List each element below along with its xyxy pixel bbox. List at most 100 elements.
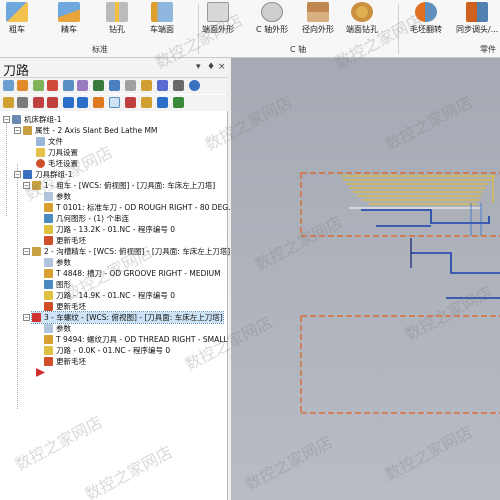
expand-toggle[interactable]: −: [23, 314, 30, 321]
tree-node-op2-params[interactable]: 参数: [44, 257, 71, 268]
rough-turn-button[interactable]: 粗车: [6, 2, 28, 42]
tree-node-op2-path[interactable]: 刀路 - 14.9K - 01.NC - 程序编号 0: [44, 290, 175, 301]
tree-node-op1-update[interactable]: 更新毛坯: [44, 235, 86, 246]
move-down-icon[interactable]: [33, 97, 44, 108]
post-icon[interactable]: [93, 80, 104, 91]
face-contour-icon: [207, 2, 229, 22]
tree-node-op2-tool[interactable]: T 4848: 槽刀 - OD GROOVE RIGHT - MEDIUM: [44, 268, 221, 279]
expand-toggle[interactable]: −: [3, 116, 10, 123]
tree-node-op1-params[interactable]: 参数: [44, 191, 71, 202]
tool-manager-icon[interactable]: [173, 97, 184, 108]
panel-menu-icon[interactable]: ▾: [196, 62, 201, 72]
help-icon[interactable]: [189, 80, 200, 91]
toolpath-icon: [44, 291, 53, 300]
move-up-icon[interactable]: [47, 97, 58, 108]
select-invalid-icon[interactable]: [17, 80, 28, 91]
toolpath-group-icon: [23, 170, 32, 179]
ribbon: 粗车 精车 钻孔 车端面 端面外形 C 轴外形 径向外形 端面钻孔 毛坯翻转 同…: [0, 0, 500, 58]
insert-arrow-icon: [36, 368, 45, 377]
simulate-toolpath-icon[interactable]: [63, 80, 74, 91]
turning-tool-icon: [44, 203, 53, 212]
tree-node-tool-settings[interactable]: 刀具设置: [36, 147, 78, 158]
wcs-icon[interactable]: [157, 97, 168, 108]
panel-titlebar: 刀路 ▾ ♦ ×: [0, 58, 228, 79]
graphics-viewport[interactable]: [231, 58, 500, 500]
tree-node-op3[interactable]: 3 - 车螺纹 - [WCS: 俯视图] - [刀具面: 车床左上刀塔]: [31, 311, 224, 324]
select-all-icon[interactable]: [3, 80, 14, 91]
face-drill-icon: [351, 2, 373, 22]
panel-close-icon[interactable]: ×: [218, 62, 226, 72]
tree-node-op2-update[interactable]: 更新毛坯: [44, 301, 86, 312]
toggle-display-icon[interactable]: [157, 80, 168, 91]
high-feed-icon[interactable]: [109, 80, 120, 91]
finish-turn-button[interactable]: 精车: [58, 2, 80, 42]
tree-node-machine-group[interactable]: 机床群组-1: [12, 114, 61, 125]
tree-node-properties[interactable]: 属性 - 2 Axis Slant Bed Lathe MM: [23, 125, 157, 136]
params-icon: [44, 192, 53, 201]
stock-flip-icon: [415, 2, 437, 22]
finish-turn-icon: [58, 2, 80, 22]
params-icon: [44, 258, 53, 267]
insert-arrow-down-icon[interactable]: [63, 97, 74, 108]
rough-turn-op-icon: [32, 181, 41, 190]
update-stock-icon: [44, 236, 53, 245]
tree-node-stock-settings[interactable]: 毛坯设置: [36, 158, 78, 169]
tree-node-files[interactable]: 文件: [36, 136, 63, 147]
tree-node-op2-geometry[interactable]: 图形: [44, 279, 71, 290]
stock-boundary: [300, 172, 500, 414]
panel-pin-icon[interactable]: ♦: [207, 62, 215, 72]
insert-arrow-up-icon[interactable]: [77, 97, 88, 108]
tree-node-op3-params[interactable]: 参数: [44, 323, 71, 334]
lock-icon[interactable]: [141, 80, 152, 91]
insert-after-icon[interactable]: [93, 97, 104, 108]
c-axis-contour-button[interactable]: C 轴外形: [256, 2, 288, 42]
tree-node-op1[interactable]: 1 - 粗车 - [WCS: 俯视图] - [刀具面: 车床左上刀塔]: [32, 180, 215, 191]
tree-node-op2[interactable]: 2 - 沟槽精车 - [WCS: 俯视图] - [刀具面: 车床左上刀塔]: [32, 246, 230, 257]
params-icon: [44, 324, 53, 333]
delete-icon[interactable]: [125, 80, 136, 91]
tree-node-toolpath-group[interactable]: 刀具群组-1: [23, 169, 72, 180]
groove-finish-op-icon: [32, 247, 41, 256]
lock-operation-icon[interactable]: [3, 97, 14, 108]
tree-node-op1-tool[interactable]: T 0101: 标准车刀 - OD ROUGH RIGHT - 80 DEG.: [44, 202, 231, 213]
group-standard: 标准: [92, 45, 108, 54]
regenerate-selected-icon[interactable]: [33, 80, 44, 91]
stock-flip-button[interactable]: 毛坯翻转: [410, 2, 442, 42]
toolpath-icon: [44, 346, 53, 355]
verify-icon[interactable]: [77, 80, 88, 91]
radial-contour-button[interactable]: 径向外形: [302, 2, 334, 42]
groove-tool-icon: [44, 269, 53, 278]
part-contour: [361, 209, 500, 299]
expand-toggle[interactable]: −: [23, 248, 30, 255]
geometry-icon: [44, 214, 53, 223]
sync-transfer-button[interactable]: 同步调头/...: [456, 2, 498, 42]
face-contour-button[interactable]: 端面外形: [202, 2, 234, 42]
toggle-toolpath-icon[interactable]: [17, 97, 28, 108]
rough-turn-icon: [6, 2, 28, 22]
thread-tool-icon: [44, 335, 53, 344]
group-part: 零件: [480, 45, 496, 54]
face-turn-icon: [151, 2, 173, 22]
toolpath-panel: 刀路 ▾ ♦ × − 机床群组-1 − 属性 - 2 Axis Slant Be…: [0, 58, 231, 500]
scroll-to-insert-icon[interactable]: [109, 97, 120, 108]
tree-node-op3-path[interactable]: 刀路 - 0.0K - 01.NC - 程序编号 0: [44, 345, 170, 356]
ribbon-separator: [198, 4, 199, 54]
face-turn-button[interactable]: 车端面: [150, 2, 174, 42]
insert-arrow[interactable]: [36, 367, 48, 378]
toggle-post-icon[interactable]: [173, 80, 184, 91]
regenerate-invalid-icon[interactable]: [47, 80, 58, 91]
tree-node-op3-tool[interactable]: T 9494: 螺纹刀具 - OD THREAD RIGHT - SMALL: [44, 334, 228, 345]
tree-node-op1-geometry[interactable]: 几何图形 - (1) 个串连: [44, 213, 129, 224]
geometry-icon: [44, 280, 53, 289]
show-selected-icon[interactable]: [125, 97, 136, 108]
expand-toggle[interactable]: −: [14, 171, 21, 178]
expand-toggle[interactable]: −: [14, 127, 21, 134]
toolbar-row-1: [0, 78, 228, 94]
tree-node-op3-update[interactable]: 更新毛坯: [44, 356, 86, 367]
tree-node-op1-path[interactable]: 刀路 - 13.2K - 01.NC - 程序编号 0: [44, 224, 175, 235]
face-drill-button[interactable]: 端面钻孔: [346, 2, 378, 42]
drill-button[interactable]: 钻孔: [106, 2, 128, 42]
expand-toggle[interactable]: −: [23, 182, 30, 189]
show-all-icon[interactable]: [141, 97, 152, 108]
machine-group-icon: [12, 115, 21, 124]
